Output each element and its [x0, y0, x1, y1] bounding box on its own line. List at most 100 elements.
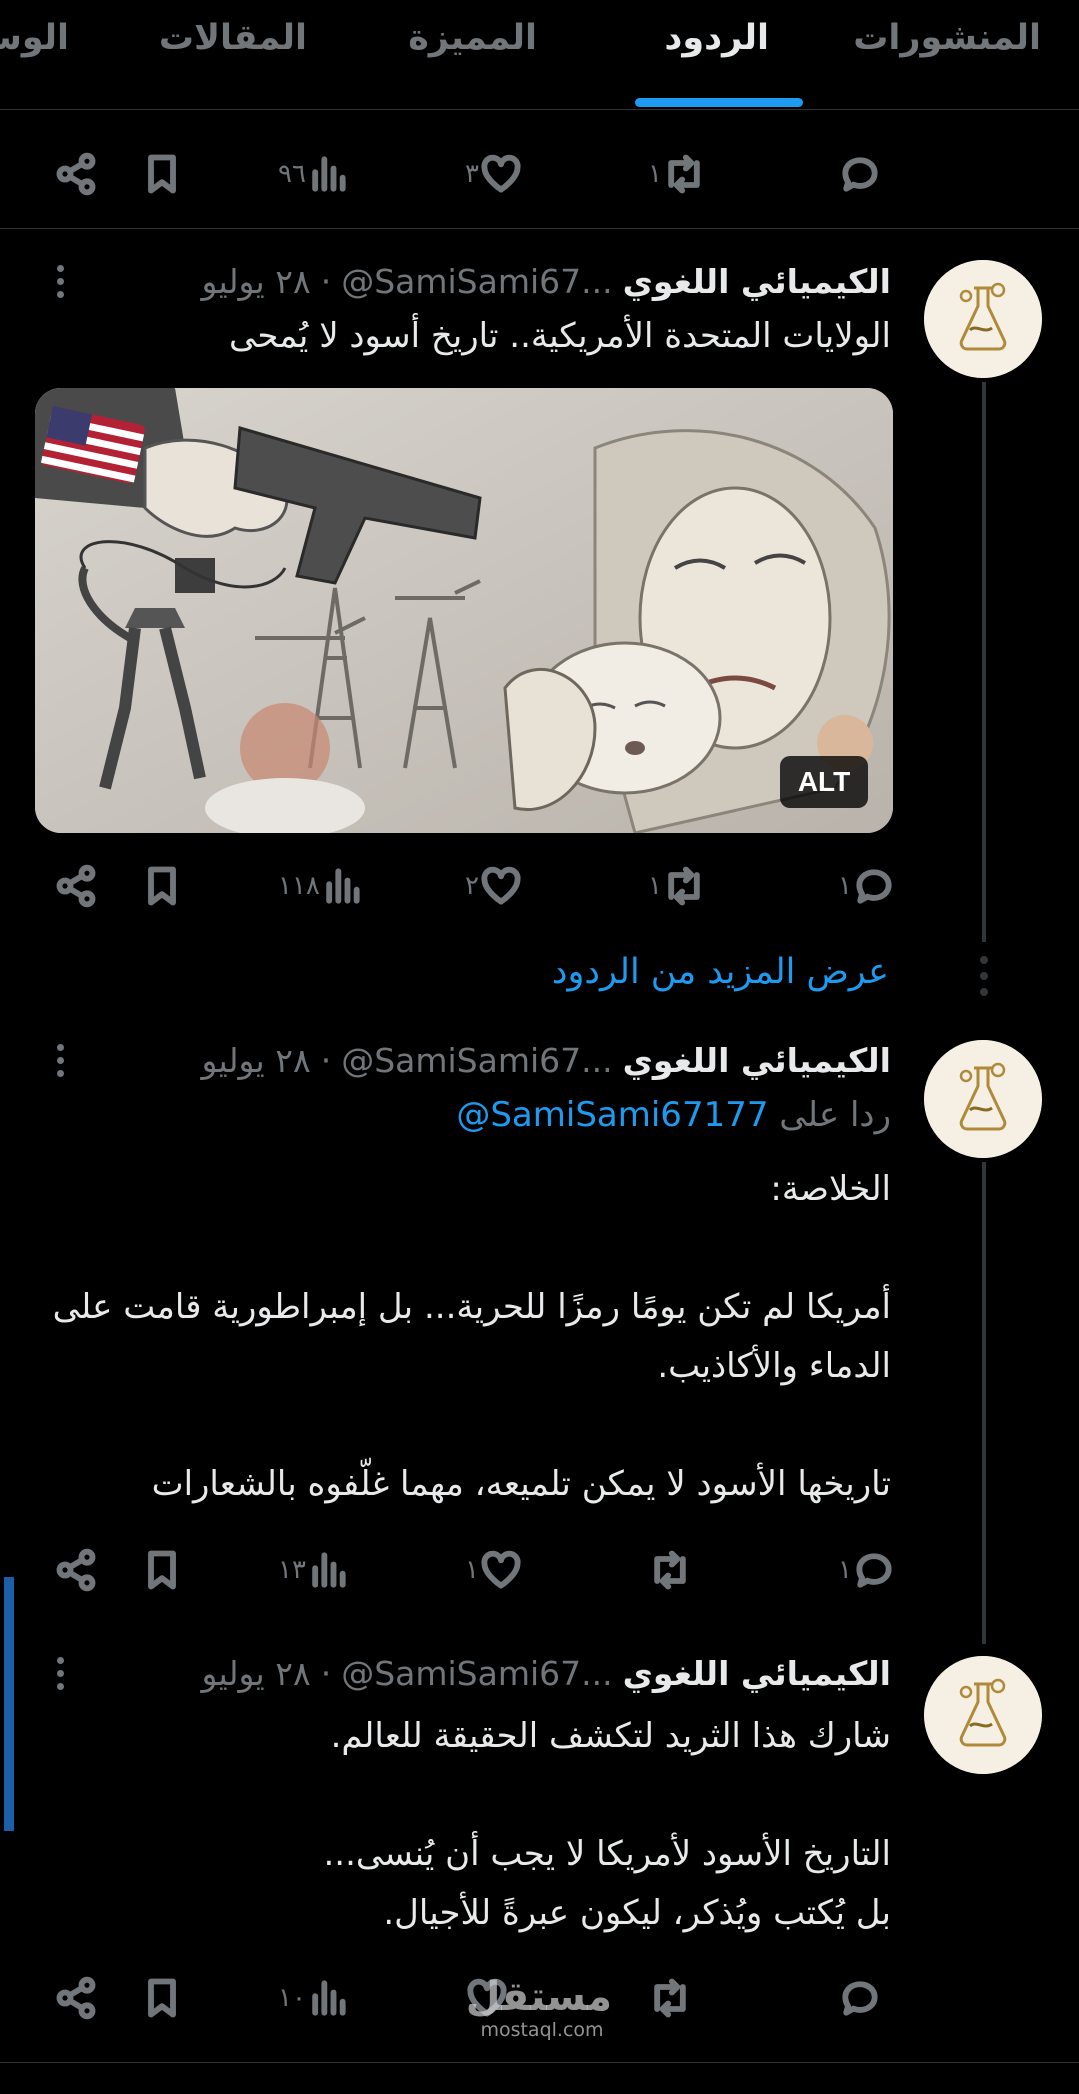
- more-icon-dot: [56, 1056, 64, 1064]
- author-name[interactable]: الكيميائي اللغوي: [623, 1041, 891, 1080]
- views-button[interactable]: ١١٨: [278, 856, 364, 916]
- likes-count: ١: [465, 1555, 479, 1585]
- more-icon-dot: [56, 264, 64, 272]
- more-options-button[interactable]: [48, 1650, 72, 1696]
- avatar[interactable]: [924, 1040, 1042, 1158]
- reply-icon: [842, 1981, 878, 2016]
- reply-button[interactable]: [838, 144, 882, 204]
- profile-tabs: المنشورات الردود المميزة المقالات الوس: [0, 0, 1079, 110]
- alt-text-badge[interactable]: ALT: [780, 756, 868, 808]
- like-button[interactable]: ١: [465, 1540, 523, 1600]
- heart-icon: [481, 154, 521, 193]
- author-name[interactable]: الكيميائي اللغوي: [623, 1654, 891, 1693]
- bookmark-icon: [148, 154, 176, 194]
- views-button[interactable]: ٩٦: [278, 144, 350, 204]
- watermark-arabic: مستقل: [465, 1974, 612, 2020]
- likes-count: ٢: [465, 871, 479, 901]
- avatar[interactable]: [924, 1656, 1042, 1774]
- tab-posts[interactable]: المنشورات: [853, 18, 1041, 58]
- retweet-button[interactable]: [648, 1540, 692, 1600]
- more-options-button[interactable]: [48, 1037, 72, 1083]
- views-count: ١٣: [278, 1555, 306, 1585]
- like-button[interactable]: ٣: [465, 144, 523, 204]
- post-date[interactable]: ٢٨ يوليو: [201, 1041, 310, 1080]
- replies-count: ١: [838, 871, 852, 901]
- post-media-image[interactable]: [35, 388, 893, 833]
- reply-button[interactable]: ١: [838, 856, 896, 916]
- tab-articles[interactable]: المقالات: [159, 18, 307, 58]
- reply-icon: [856, 869, 892, 904]
- heart-icon: [481, 1550, 521, 1589]
- views-count: ١١٨: [278, 871, 320, 901]
- tab-media[interactable]: الوس: [0, 18, 69, 58]
- views-count: ٩٦: [278, 159, 306, 189]
- retweet-icon: [668, 866, 700, 906]
- more-icon-dot: [56, 1656, 64, 1664]
- tab-replies[interactable]: الردود: [664, 18, 769, 58]
- likes-count: ٣: [465, 159, 479, 189]
- bookmark-icon: [148, 1978, 176, 2018]
- show-more-replies-link[interactable]: عرض المزيد من الردود: [552, 952, 889, 992]
- avatar[interactable]: [924, 260, 1042, 378]
- share-button[interactable]: [54, 1968, 98, 2028]
- divider: [0, 2062, 1079, 2063]
- author-handle[interactable]: @SamiSami67...: [341, 1654, 612, 1693]
- post-date[interactable]: ٢٨ يوليو: [201, 262, 310, 301]
- focused-post-indicator: [4, 1577, 14, 1831]
- share-button[interactable]: [54, 856, 98, 916]
- post-text: الولايات المتحدة الأمريكية.. تاريخ أسود …: [228, 316, 891, 356]
- tab-highlights[interactable]: المميزة: [408, 18, 537, 58]
- like-button[interactable]: ٢: [465, 856, 523, 916]
- more-icon-dot: [56, 1043, 64, 1051]
- bookmark-button[interactable]: [140, 1540, 184, 1600]
- more-icon-dot: [56, 290, 64, 298]
- illustration-image: [35, 388, 893, 833]
- divider: [0, 228, 1079, 229]
- reply-icon: [842, 157, 878, 192]
- share-button[interactable]: [54, 1540, 98, 1600]
- retweet-button[interactable]: ١: [648, 856, 706, 916]
- more-icon-dot: [56, 1069, 64, 1077]
- bookmark-button[interactable]: [140, 1968, 184, 2028]
- chemist-logo-avatar-icon: [924, 1040, 1042, 1158]
- views-count: ١٠: [278, 1983, 306, 2013]
- replying-mention-link[interactable]: @SamiSami67177: [456, 1095, 768, 1135]
- more-icon-dot: [56, 1682, 64, 1690]
- more-options-button[interactable]: [48, 258, 72, 304]
- post-header: الكيميائي اللغوي @SamiSami67... · ٢٨ يول…: [201, 1037, 891, 1083]
- retweet-button[interactable]: ١: [648, 144, 706, 204]
- replying-to: ردا على @SamiSami67177: [456, 1095, 891, 1135]
- share-icon: [56, 1976, 96, 2020]
- post-text: شارك هذا الثريد لتكشف الحقيقة للعالم. ال…: [323, 1716, 891, 1933]
- views-icon: [312, 1552, 346, 1588]
- views-icon: [312, 156, 346, 192]
- chemist-logo-avatar-icon: [924, 260, 1042, 378]
- share-icon: [56, 864, 96, 908]
- retweets-count: ١: [648, 159, 662, 189]
- retweet-icon: [668, 154, 700, 194]
- reply-button[interactable]: [838, 1968, 882, 2028]
- retweet-icon: [654, 1978, 686, 2018]
- action-bar: ١١٨ ٢ ١ ١: [0, 856, 1079, 916]
- replying-prefix: ردا على: [779, 1095, 891, 1135]
- heart-icon: [481, 866, 521, 905]
- reply-icon: [856, 1553, 892, 1588]
- thread-dot: [980, 972, 988, 980]
- views-icon: [312, 1980, 346, 2016]
- views-button[interactable]: ١٣: [278, 1540, 350, 1600]
- bookmark-button[interactable]: [140, 856, 184, 916]
- reply-button[interactable]: ١: [838, 1540, 896, 1600]
- chemist-logo-avatar-icon: [924, 1656, 1042, 1774]
- views-button[interactable]: ١٠: [278, 1968, 350, 2028]
- share-icon: [56, 1548, 96, 1592]
- active-tab-indicator: [635, 98, 803, 107]
- post-date[interactable]: ٢٨ يوليو: [201, 1654, 310, 1693]
- author-handle[interactable]: @SamiSami67...: [341, 262, 612, 301]
- share-button[interactable]: [54, 144, 98, 204]
- author-name[interactable]: الكيميائي اللغوي: [623, 262, 891, 301]
- bookmark-button[interactable]: [140, 144, 184, 204]
- retweet-button[interactable]: [648, 1968, 692, 2028]
- more-icon-dot: [56, 1669, 64, 1677]
- watermark-latin: mostaql.com: [480, 2019, 604, 2041]
- author-handle[interactable]: @SamiSami67...: [341, 1041, 612, 1080]
